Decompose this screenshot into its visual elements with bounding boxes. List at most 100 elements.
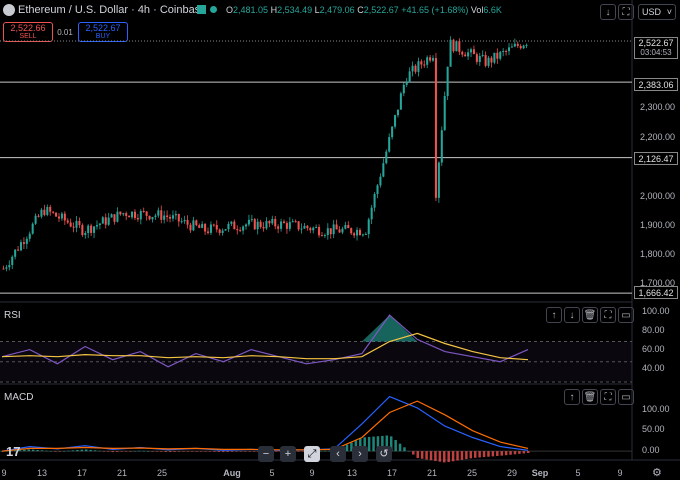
- macd-histogram-bar: [491, 451, 495, 457]
- macd-histogram-bar: [412, 451, 415, 455]
- macd-histogram-bar: [204, 451, 207, 452]
- macd-histogram-bar: [456, 451, 459, 461]
- time-tick: 5: [269, 468, 275, 478]
- candle-body: [423, 64, 426, 66]
- macd-histogram-bar: [138, 450, 141, 452]
- time-tick: 9: [617, 468, 623, 478]
- candle-body: [510, 46, 513, 48]
- macd-histogram-bar: [297, 451, 300, 452]
- price-tick: 2,000.00: [640, 191, 676, 201]
- macd-histogram-bar: [115, 451, 119, 452]
- delete-pane-button[interactable]: 🗑: [582, 307, 598, 323]
- macd-histogram-bar: [323, 450, 327, 452]
- move-up-button[interactable]: ↑: [546, 307, 562, 323]
- candle-body: [256, 221, 259, 230]
- candle-body: [274, 218, 277, 227]
- candle-body: [142, 210, 145, 212]
- macd-histogram-bar: [102, 451, 106, 452]
- scroll-left-button[interactable]: ‹: [330, 446, 346, 462]
- macd-histogram-bar: [425, 451, 428, 460]
- zoom-in-button[interactable]: +: [280, 446, 296, 462]
- time-tick: 13: [36, 468, 48, 478]
- candle-body: [271, 218, 274, 224]
- candle-body: [472, 49, 475, 55]
- candle-body: [297, 221, 300, 230]
- candle-body: [262, 227, 265, 229]
- candlestick-series: [2, 36, 528, 272]
- candle-body: [55, 212, 58, 217]
- fit-screen-button[interactable]: ⤢: [304, 446, 320, 462]
- candle-body: [364, 233, 367, 235]
- level-tag[interactable]: 2,126.47: [634, 152, 678, 165]
- time-tick: 5: [575, 468, 581, 478]
- macd-histogram-bar: [151, 451, 154, 452]
- candle-body: [370, 207, 373, 220]
- macd-histogram-bar: [49, 451, 53, 452]
- candle-body: [446, 66, 449, 97]
- macd-histogram-bar: [67, 450, 70, 452]
- candle-body: [63, 213, 66, 221]
- candle-body: [253, 219, 256, 230]
- time-tick: Sep: [531, 468, 549, 478]
- macd-histogram-bar: [239, 451, 243, 452]
- candle-body: [496, 52, 499, 59]
- candle-body: [361, 234, 364, 236]
- move-up-button[interactable]: ↑: [564, 389, 580, 405]
- level-tag[interactable]: 2,383.06: [634, 78, 678, 91]
- candle-body: [519, 46, 522, 49]
- time-tick: Aug: [223, 468, 241, 478]
- candle-body: [128, 215, 131, 218]
- reset-chart-button[interactable]: ↺: [376, 446, 392, 462]
- zoom-out-button[interactable]: −: [258, 446, 274, 462]
- macd-histogram-bar: [142, 450, 145, 452]
- candle-body: [5, 267, 8, 269]
- candle-body: [236, 229, 239, 231]
- macd-histogram-bar: [217, 451, 221, 452]
- collapse-pane-button[interactable]: ▭: [618, 307, 634, 323]
- macd-histogram-bar: [447, 451, 450, 462]
- candle-body: [443, 96, 446, 131]
- candle-body: [405, 82, 408, 85]
- candle-body: [215, 225, 218, 230]
- candle-body: [52, 211, 55, 213]
- candle-body: [84, 233, 87, 236]
- candle-body: [19, 242, 23, 251]
- candle-body: [481, 55, 484, 57]
- candle-body: [125, 213, 128, 216]
- candle-body: [81, 225, 84, 236]
- candle-body: [478, 56, 481, 62]
- candle-body: [250, 219, 253, 221]
- macd-histogram-bar: [146, 451, 150, 452]
- move-down-button[interactable]: ↓: [564, 307, 580, 323]
- candle-body: [34, 215, 37, 224]
- maximize-pane-button[interactable]: ⛶: [600, 307, 616, 323]
- candle-body: [320, 235, 324, 237]
- candle-body: [46, 206, 49, 215]
- candle-body: [230, 221, 233, 224]
- candle-body: [426, 57, 429, 65]
- candle-body: [87, 225, 90, 234]
- macd-tick: 50.00: [642, 424, 665, 434]
- macd-histogram-bar: [513, 451, 517, 455]
- candle-body: [95, 225, 98, 227]
- level-tag[interactable]: 1,666.42: [634, 286, 678, 299]
- delete-pane-button[interactable]: 🗑: [582, 389, 598, 405]
- macd-histogram-bar: [27, 449, 31, 452]
- candle-body: [513, 43, 516, 47]
- candle-body: [180, 221, 183, 223]
- candle-body: [8, 264, 11, 268]
- candle-body: [122, 213, 125, 215]
- candle-body: [285, 223, 288, 229]
- scroll-right-button[interactable]: ›: [352, 446, 368, 462]
- collapse-pane-button[interactable]: ▭: [618, 389, 634, 405]
- candle-body: [490, 57, 493, 63]
- candle-body: [487, 57, 490, 66]
- chart-canvas[interactable]: [0, 0, 680, 480]
- candle-body: [166, 215, 169, 218]
- settings-gear-icon[interactable]: ⚙: [652, 466, 662, 479]
- candle-body: [66, 220, 69, 223]
- candle-body: [14, 249, 17, 257]
- candle-body: [186, 219, 189, 225]
- candle-body: [239, 229, 242, 231]
- maximize-pane-button[interactable]: ⛶: [600, 389, 616, 405]
